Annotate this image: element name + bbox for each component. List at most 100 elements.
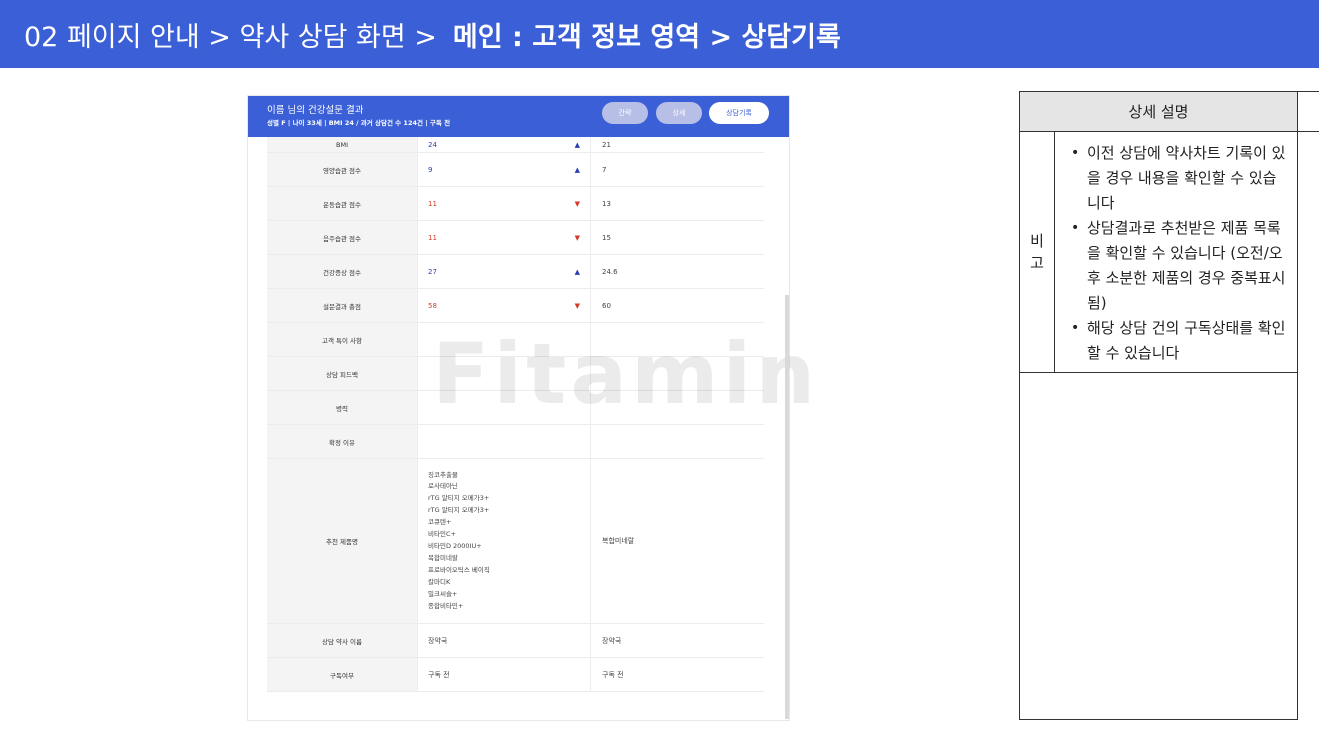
arrow-down-icon: ▼: [574, 301, 580, 310]
value-text: 11: [428, 199, 437, 208]
table-row: 상담 피드백: [267, 357, 764, 391]
list-item: 종합비타민+: [428, 601, 464, 610]
list-item: 상담결과로 추천받은 제품 목록을 확인할 수 있습니다 (오전/오후 소분한 …: [1065, 216, 1289, 316]
list-item: 밀크씨슬+: [428, 589, 458, 598]
table-row: 상담 약사 이름 장약국 장약국: [267, 624, 764, 658]
table-row: 구독여부 구독 전 구독 전: [267, 658, 764, 692]
value-text: 11: [428, 233, 437, 242]
row-label: 추천 제품명: [267, 459, 417, 623]
value-text: 27: [428, 267, 437, 276]
table-row: 음주습관 점수 11 ▼ 15: [267, 221, 764, 255]
previous-value: [590, 425, 764, 458]
description-body: 이전 상담에 약사차트 기록이 있을 경우 내용을 확인할 수 있습니다 상담결…: [1055, 132, 1297, 373]
previous-value: [590, 323, 764, 356]
customer-meta: 성별 F | 나이 33세 | BMI 24 / 과거 상담건 수 124건 |…: [267, 119, 451, 127]
list-item: 비타민D 2000IU+: [428, 542, 482, 550]
current-value: 11 ▼: [417, 221, 590, 254]
current-value: [417, 357, 590, 390]
value-text: 58: [428, 301, 437, 310]
previous-value: 장약국: [590, 624, 764, 657]
description-title: 상세 설명: [1020, 92, 1297, 132]
page-header: 02 페이지 안내 > 약사 상담 화면 > 메인 : 고객 정보 영역 > 상…: [0, 0, 1319, 68]
current-value: 24 ▲: [417, 137, 590, 152]
previous-value: 13: [590, 187, 764, 220]
previous-value: 24.6: [590, 255, 764, 288]
panel-title: 이름 님의 건강설문 결과: [267, 105, 364, 116]
list-item: 해당 상담 건의 구독상태를 확인할 수 있습니다: [1065, 316, 1289, 366]
tab-detail-button[interactable]: 상세: [656, 102, 702, 124]
row-label: 확정 이유: [267, 425, 417, 458]
row-label: 고객 특이 사항: [267, 323, 417, 356]
current-value: [417, 391, 590, 424]
table-row: BMI 24 ▲ 21: [267, 137, 764, 153]
row-label: 상담 약사 이름: [267, 624, 417, 657]
list-item: 코큐텐+: [428, 518, 452, 527]
note-label-char: 고: [1030, 254, 1044, 272]
value-text: 24: [428, 140, 437, 149]
table-row: 병력: [267, 391, 764, 425]
row-label: BMI: [267, 137, 417, 152]
record-table: BMI 24 ▲ 21 영양습관 점수 9 ▲ 7 운동습관 점수 11 ▼ 13 음…: [267, 137, 764, 692]
previous-products: 복합미네랄: [590, 459, 764, 623]
arrow-up-icon: ▲: [574, 140, 580, 149]
row-label: 건강증상 점수: [267, 255, 417, 288]
table-row: 추천 제품명 징코추출물 로사테아닌 rTG 알티지 오메가3+ rTG 알티지…: [267, 459, 764, 624]
list-item: 프로바이오틱스 베이직: [428, 565, 490, 574]
arrow-down-icon: ▼: [574, 199, 580, 208]
current-value: 구독 전: [417, 658, 590, 691]
table-row: 운동습관 점수 11 ▼ 13: [267, 187, 764, 221]
list-item: 징코추출물: [428, 470, 458, 479]
breadcrumb: 02 페이지 안내 > 약사 상담 화면 >: [24, 21, 437, 53]
row-label: 상담 피드백: [267, 357, 417, 390]
previous-value: 60: [590, 289, 764, 322]
tab-record-button[interactable]: 상담기록: [709, 102, 769, 124]
note-label-char: 비: [1030, 232, 1044, 250]
previous-value: 구독 전: [590, 658, 764, 691]
value-text: 9: [428, 165, 433, 174]
row-label: 설문결과 총점: [267, 289, 417, 322]
current-products: 징코추출물 로사테아닌 rTG 알티지 오메가3+ rTG 알티지 오메가3+ …: [417, 459, 590, 623]
current-value: 11 ▼: [417, 187, 590, 220]
row-label: 영양습관 점수: [267, 153, 417, 186]
arrow-up-icon: ▲: [574, 267, 580, 276]
table-row: 확정 이유: [267, 425, 764, 459]
arrow-down-icon: ▼: [574, 233, 580, 242]
current-value: 27 ▲: [417, 255, 590, 288]
arrow-up-icon: ▲: [574, 165, 580, 174]
table-row: 영양습관 점수 9 ▲ 7: [267, 153, 764, 187]
table-row: 고객 특이 사항: [267, 323, 764, 357]
tab-brief-button[interactable]: 간략: [602, 102, 648, 124]
consultation-record-screen: 이름 님의 건강설문 결과 성별 F | 나이 33세 | BMI 24 / 과…: [248, 96, 789, 720]
description-list: 이전 상담에 약사차트 기록이 있을 경우 내용을 확인할 수 있습니다 상담결…: [1065, 141, 1289, 366]
previous-value: 15: [590, 221, 764, 254]
current-value: [417, 425, 590, 458]
row-label: 운동습관 점수: [267, 187, 417, 220]
description-box: 상세 설명 비 고 이전 상담에 약사차트 기록이 있을 경우 내용을 확인할 …: [1019, 91, 1298, 720]
panel-header: 이름 님의 건강설문 결과 성별 F | 나이 33세 | BMI 24 / 과…: [248, 96, 789, 137]
previous-value: [590, 357, 764, 390]
list-item: rTG 알티지 오메가3+: [428, 494, 490, 503]
row-label: 음주습관 점수: [267, 221, 417, 254]
current-value: 9 ▲: [417, 153, 590, 186]
product-list: 징코추출물 로사테아닌 rTG 알티지 오메가3+ rTG 알티지 오메가3+ …: [428, 462, 490, 621]
list-item: 비타민C+: [428, 530, 456, 539]
current-value: 58 ▼: [417, 289, 590, 322]
table-edge: [1298, 91, 1319, 132]
list-item: rTG 알티지 오메가3+: [428, 506, 490, 515]
current-value: 장약국: [417, 624, 590, 657]
table-row: 건강증상 점수 27 ▲ 24.6: [267, 255, 764, 289]
previous-value: [590, 391, 764, 424]
list-item: 로사테아닌: [428, 482, 458, 491]
list-item: 칼마디K: [428, 577, 451, 586]
previous-value: 7: [590, 153, 764, 186]
scrollbar[interactable]: [785, 295, 789, 719]
list-item: 복합미네랄: [428, 553, 458, 562]
table-row: 설문결과 총점 58 ▼ 60: [267, 289, 764, 323]
note-label: 비 고: [1020, 132, 1055, 373]
list-item: 이전 상담에 약사차트 기록이 있을 경우 내용을 확인할 수 있습니다: [1065, 141, 1289, 216]
breadcrumb-current: 메인 : 고객 정보 영역 > 상담기록: [452, 21, 841, 53]
previous-value: 21: [590, 137, 764, 152]
row-label: 구독여부: [267, 658, 417, 691]
current-value: [417, 323, 590, 356]
row-label: 병력: [267, 391, 417, 424]
